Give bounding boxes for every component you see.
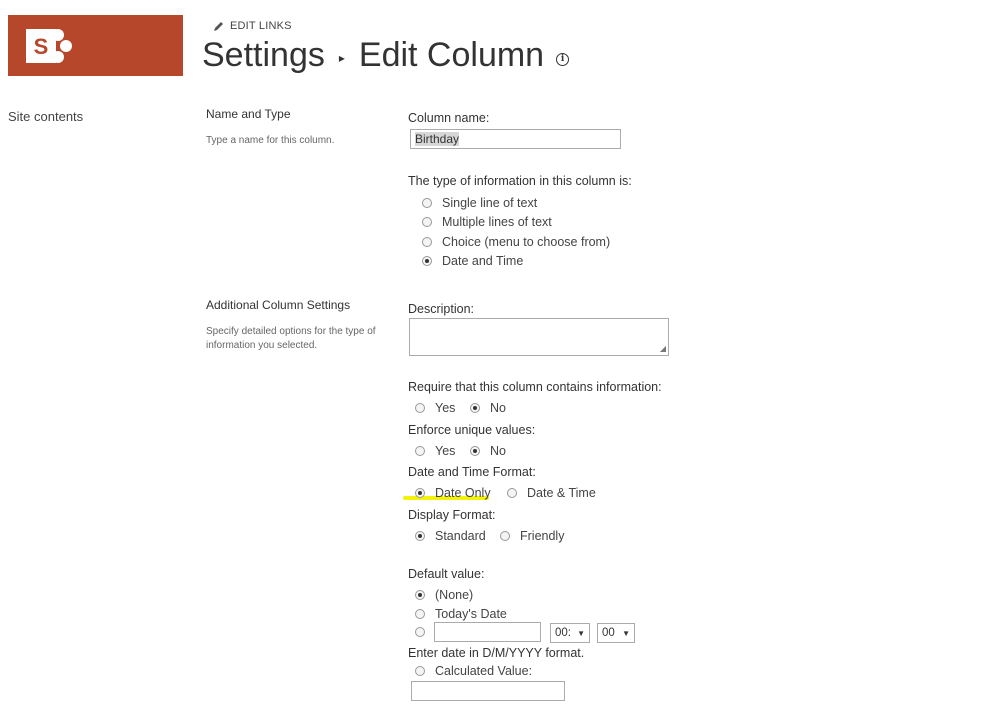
format-date-time-option[interactable]: Date & Time (507, 486, 596, 500)
column-name-input[interactable]: Birthday (410, 129, 621, 149)
radio-checked-icon[interactable] (415, 531, 425, 541)
display-standard-label: Standard (435, 529, 486, 543)
dropdown-arrow-icon: ▼ (577, 628, 585, 638)
radio-checked-icon[interactable] (470, 446, 480, 456)
info-icon[interactable]: i (556, 53, 570, 66)
require-label: Require that this column contains inform… (408, 380, 662, 394)
section-additional-desc: Specify detailed options for the type of… (206, 326, 376, 351)
description-textarea[interactable]: ◢ (409, 318, 669, 356)
minute-select-value: 00 (602, 627, 615, 639)
unique-no-label: No (490, 444, 506, 458)
format-date-only-label: Date Only (435, 486, 491, 500)
radio-icon[interactable] (507, 488, 517, 498)
type-option-multiple-lines[interactable]: Multiple lines of text (422, 215, 552, 229)
radio-icon[interactable] (422, 217, 432, 227)
hour-select-value: 00: (555, 627, 571, 639)
radio-icon[interactable] (422, 198, 432, 208)
dropdown-arrow-icon: ▼ (622, 628, 630, 638)
type-option-choice[interactable]: Choice (menu to choose from) (422, 235, 610, 249)
display-format-label: Display Format: (408, 508, 496, 522)
default-value-label: Default value: (408, 567, 485, 581)
default-calculated-option[interactable]: Calculated Value: (415, 664, 532, 678)
radio-icon[interactable] (415, 627, 425, 637)
section-additional-title: Additional Column Settings (206, 298, 351, 312)
display-friendly-label: Friendly (520, 529, 565, 543)
default-none-label: (None) (435, 588, 474, 602)
date-format-hint: Enter date in D/M/YYYY format. (408, 646, 585, 660)
page-title: Settings ▸ Edit Column i (202, 36, 570, 75)
unique-no-option[interactable]: No (470, 444, 506, 458)
require-no-label: No (490, 401, 506, 415)
sharepoint-logo[interactable]: S (8, 15, 183, 76)
radio-checked-icon[interactable] (415, 488, 425, 498)
default-calculated-label: Calculated Value: (435, 664, 533, 678)
nav-site-contents[interactable]: Site contents (8, 109, 83, 124)
require-yes-label: Yes (435, 401, 456, 415)
edit-links-label: EDIT LINKS (230, 20, 292, 32)
logo-letter: S (34, 34, 49, 59)
title-edit-column: Edit Column (358, 36, 545, 74)
hour-select[interactable]: 00: ▼ (550, 623, 590, 643)
radio-icon[interactable] (415, 609, 425, 619)
unique-yes-label: Yes (435, 444, 456, 458)
type-option-single-line[interactable]: Single line of text (422, 196, 537, 210)
section-name-type-title: Name and Type (206, 107, 291, 121)
radio-icon[interactable] (500, 531, 510, 541)
default-specific-date-option[interactable] (415, 627, 435, 637)
column-name-label: Column name: (408, 111, 490, 125)
display-standard-option[interactable]: Standard (415, 529, 486, 543)
unique-label: Enforce unique values: (408, 423, 536, 437)
display-friendly-option[interactable]: Friendly (500, 529, 564, 543)
type-option-label: Single line of text (442, 196, 538, 210)
require-no-option[interactable]: No (470, 401, 506, 415)
type-option-label: Multiple lines of text (442, 215, 552, 229)
pencil-icon (214, 21, 223, 31)
radio-checked-icon[interactable] (470, 403, 480, 413)
section-name-type-desc: Type a name for this column. (206, 135, 335, 146)
radio-checked-icon[interactable] (422, 256, 432, 266)
require-yes-option[interactable]: Yes (415, 401, 455, 415)
calculated-value-input[interactable] (411, 681, 565, 701)
breadcrumb-arrow-icon: ▸ (338, 50, 345, 65)
radio-icon[interactable] (415, 403, 425, 413)
type-option-label: Date and Time (442, 254, 524, 268)
type-label: The type of information in this column i… (408, 174, 632, 188)
type-option-date-time[interactable]: Date and Time (422, 254, 523, 268)
type-option-label: Choice (menu to choose from) (442, 235, 611, 249)
default-today-option[interactable]: Today's Date (415, 607, 507, 621)
title-settings[interactable]: Settings (202, 36, 325, 75)
resize-grip-icon[interactable]: ◢ (660, 345, 666, 353)
format-date-only-option[interactable]: Date Only (415, 486, 491, 500)
radio-checked-icon[interactable] (415, 590, 425, 600)
default-date-input[interactable] (434, 622, 541, 642)
unique-yes-option[interactable]: Yes (415, 444, 455, 458)
minute-select[interactable]: 00 ▼ (597, 623, 635, 643)
default-none-option[interactable]: (None) (415, 588, 473, 602)
radio-icon[interactable] (422, 237, 432, 247)
radio-icon[interactable] (415, 666, 425, 676)
default-today-label: Today's Date (435, 607, 507, 621)
edit-links[interactable]: EDIT LINKS (213, 20, 292, 32)
format-label: Date and Time Format: (408, 465, 536, 479)
format-date-time-label: Date & Time (527, 486, 596, 500)
sharepoint-logo-icon: S (26, 29, 72, 63)
column-name-value: Birthday (415, 132, 460, 146)
radio-icon[interactable] (415, 446, 425, 456)
description-label: Description: (408, 302, 474, 316)
